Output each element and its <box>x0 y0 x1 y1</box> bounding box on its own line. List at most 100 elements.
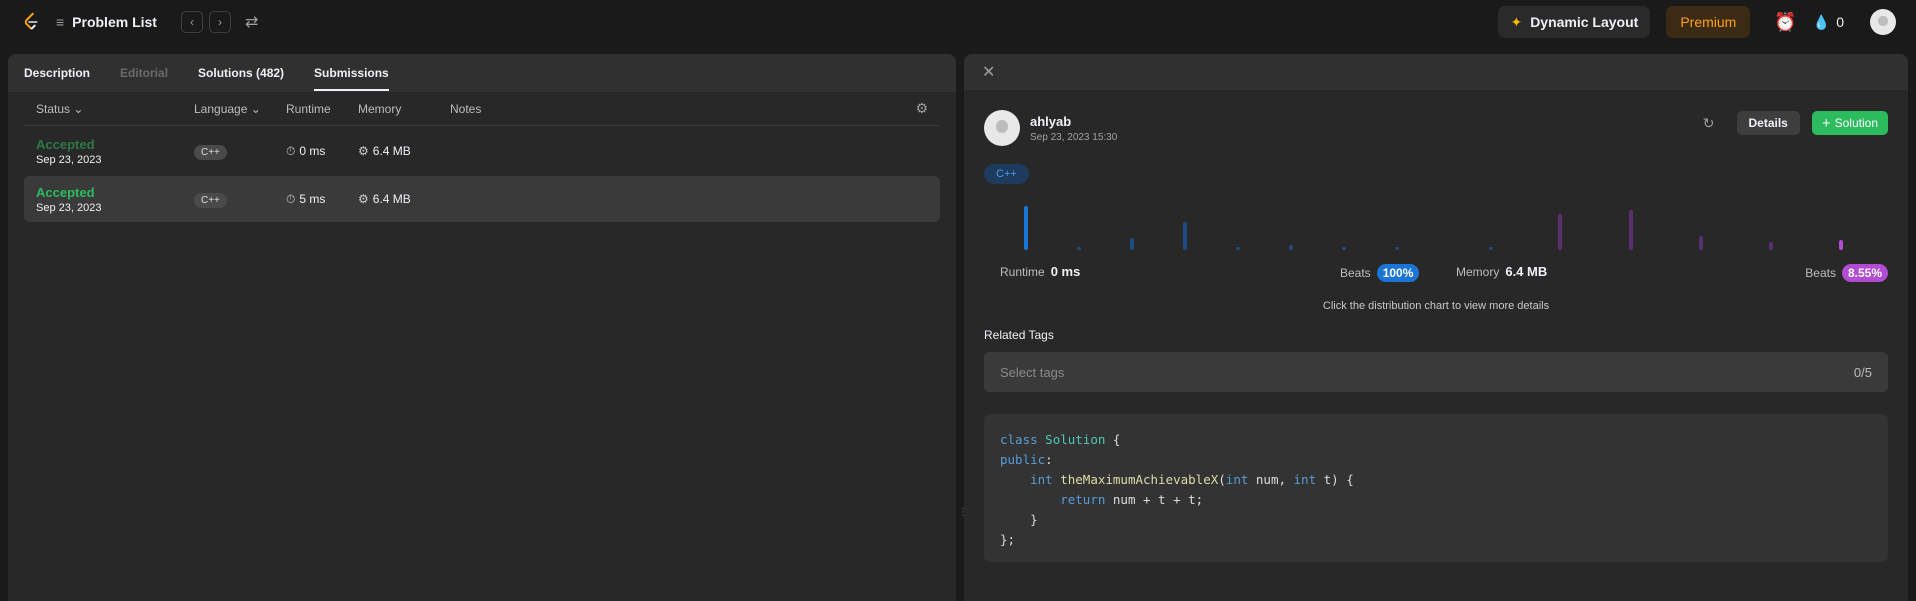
memory-column-header: Memory <box>358 101 402 116</box>
memory-value: 6.4 MB <box>1505 264 1548 279</box>
chevron-down-icon: ⌄ <box>73 101 84 116</box>
memory-label: Memory <box>1456 264 1500 279</box>
panel-resize-handle[interactable]: ⋮ <box>958 507 968 518</box>
problem-list-link[interactable]: ≡ Problem List <box>56 14 157 30</box>
tags-placeholder: Select tags <box>1000 364 1065 380</box>
runtime-column-header: Runtime <box>286 101 331 116</box>
detail-header: ✕ <box>964 54 1908 90</box>
sparkle-icon: ✦ <box>1510 13 1523 30</box>
refresh-icon[interactable]: ↻ <box>1703 115 1715 132</box>
plus-icon: + <box>1821 114 1831 132</box>
streak-counter[interactable]: 💧 0 <box>1813 14 1844 31</box>
user-avatar[interactable] <box>1870 9 1896 35</box>
dynamic-layout-label: Dynamic Layout <box>1530 14 1639 30</box>
detail-actions: ↻ Details + Solution <box>1703 111 1888 135</box>
list-icon: ≡ <box>56 14 65 30</box>
beats-label: Beats <box>1805 266 1836 280</box>
username[interactable]: ahlyab <box>1030 114 1117 129</box>
status-column-header[interactable]: Status ⌄ <box>24 102 194 116</box>
solution-label: Solution <box>1834 116 1878 130</box>
next-problem-button[interactable]: › <box>208 11 231 33</box>
memory-stat: Memory 6.4 MB <box>1456 264 1547 279</box>
submissions-panel: Description Editorial Solutions (482) Su… <box>8 54 956 601</box>
code-line: return num + t + t; <box>1060 492 1204 507</box>
submission-datetime: Sep 23, 2023 15:30 <box>1030 131 1118 143</box>
distribution-bar <box>1183 222 1187 250</box>
code-line: int theMaximumAchievableX(int num, int t… <box>1030 472 1354 487</box>
post-solution-button[interactable]: + Solution <box>1811 111 1888 135</box>
premium-label: Premium <box>1680 14 1737 30</box>
submission-author: ahlyab Sep 23, 2023 15:30 <box>984 110 1117 146</box>
distribution-bar <box>1489 247 1493 250</box>
notes-column-header: Notes <box>450 101 482 116</box>
language-pill: C++ <box>194 193 227 208</box>
runtime-stat: Runtime 0 ms <box>1000 264 1080 279</box>
tab-solutions[interactable]: Solutions (482) <box>198 54 284 91</box>
runtime-beats-stat: Beats 100% <box>1340 264 1420 282</box>
gear-icon[interactable]: ⚙ <box>915 100 928 117</box>
table-row[interactable]: Accepted Sep 23, 2023 C++ ⏱ 0 ms ⚙ 6.4 MB <box>24 128 940 174</box>
tags-select-input[interactable]: Select tags 0/5 <box>984 352 1888 392</box>
tab-editorial[interactable]: Editorial <box>120 54 168 91</box>
prev-problem-button[interactable]: ‹ <box>180 11 203 33</box>
runtime-label: Runtime <box>1000 264 1045 279</box>
distribution-bar <box>1289 245 1293 250</box>
chevron-right-icon: › <box>217 15 222 29</box>
distribution-bar <box>1130 238 1134 250</box>
tab-description[interactable]: Description <box>24 54 90 91</box>
language-pill: C++ <box>194 145 227 160</box>
related-tags-label: Related Tags <box>984 328 1054 342</box>
runtime-value: 5 ms <box>299 191 326 206</box>
premium-button[interactable]: Premium <box>1666 6 1751 38</box>
code-block[interactable]: class Solution { public: int theMaximumAc… <box>984 414 1888 562</box>
distribution-chart[interactable] <box>964 194 1908 250</box>
memory-beats-badge: 8.55% <box>1841 264 1888 282</box>
dynamic-layout-button[interactable]: ✦ Dynamic Layout <box>1498 6 1651 38</box>
chart-hint: Click the distribution chart to view mor… <box>1322 300 1550 312</box>
distribution-bar <box>1236 247 1240 250</box>
distribution-bar <box>1342 247 1346 250</box>
streak-count: 0 <box>1836 14 1844 30</box>
tab-submissions[interactable]: Submissions <box>314 54 389 91</box>
runtime-value: 0 ms <box>1050 264 1081 279</box>
distribution-bar <box>1839 240 1843 250</box>
memory-beats-stat: Beats 8.55% <box>1805 264 1888 282</box>
code-line: class Solution { <box>1000 432 1121 447</box>
distribution-bar <box>1629 210 1633 250</box>
code-line: } <box>1000 512 1038 527</box>
stopwatch-icon: ⏱ <box>286 191 296 206</box>
distribution-bar <box>1395 247 1399 250</box>
chip-icon: ⚙ <box>358 192 369 206</box>
memory-value: 6.4 MB <box>372 192 411 206</box>
flame-icon: 💧 <box>1812 13 1831 30</box>
submission-date: Sep 23, 2023 <box>36 201 102 214</box>
table-row[interactable]: Accepted Sep 23, 2023 C++ ⏱ 5 ms ⚙ 6.4 MB <box>24 176 940 222</box>
language-tag: C++ <box>984 164 1029 184</box>
distribution-bar <box>1077 247 1081 250</box>
distribution-bar <box>1024 206 1028 250</box>
memory-value: 6.4 MB <box>372 144 411 158</box>
tags-count: 0/5 <box>1853 364 1872 380</box>
close-icon[interactable]: ✕ <box>982 62 995 82</box>
problem-list-label: Problem List <box>72 14 157 30</box>
language-column-header[interactable]: Language ⌄ <box>194 102 286 116</box>
chevron-down-icon: ⌄ <box>250 101 261 116</box>
shuffle-icon[interactable]: ⇄ <box>245 12 258 32</box>
chevron-left-icon: ‹ <box>189 15 194 29</box>
submission-detail-panel: ✕ ahlyab Sep 23, 2023 15:30 ↻ Details + … <box>964 54 1908 601</box>
code-line: public: <box>1000 452 1053 467</box>
code-line: }; <box>1000 532 1016 547</box>
alarm-clock-icon[interactable]: ⏰ <box>1774 12 1796 33</box>
status-text[interactable]: Accepted <box>36 185 194 200</box>
top-navbar: ≡ Problem List ‹ › ⇄ ✦ Dynamic Layout Pr… <box>0 0 1916 44</box>
details-button[interactable]: Details <box>1736 111 1800 135</box>
avatar[interactable] <box>984 110 1020 146</box>
runtime-value: 0 ms <box>299 143 326 158</box>
stopwatch-icon: ⏱ <box>286 143 296 158</box>
performance-stats: Runtime 0 ms Beats 100% Memory 6.4 MB Be… <box>1000 264 1888 284</box>
distribution-bar <box>1558 214 1562 250</box>
submission-date: Sep 23, 2023 <box>36 153 102 166</box>
leetcode-logo-icon[interactable] <box>20 11 42 33</box>
beats-label: Beats <box>1340 266 1371 280</box>
status-text[interactable]: Accepted <box>36 137 194 152</box>
